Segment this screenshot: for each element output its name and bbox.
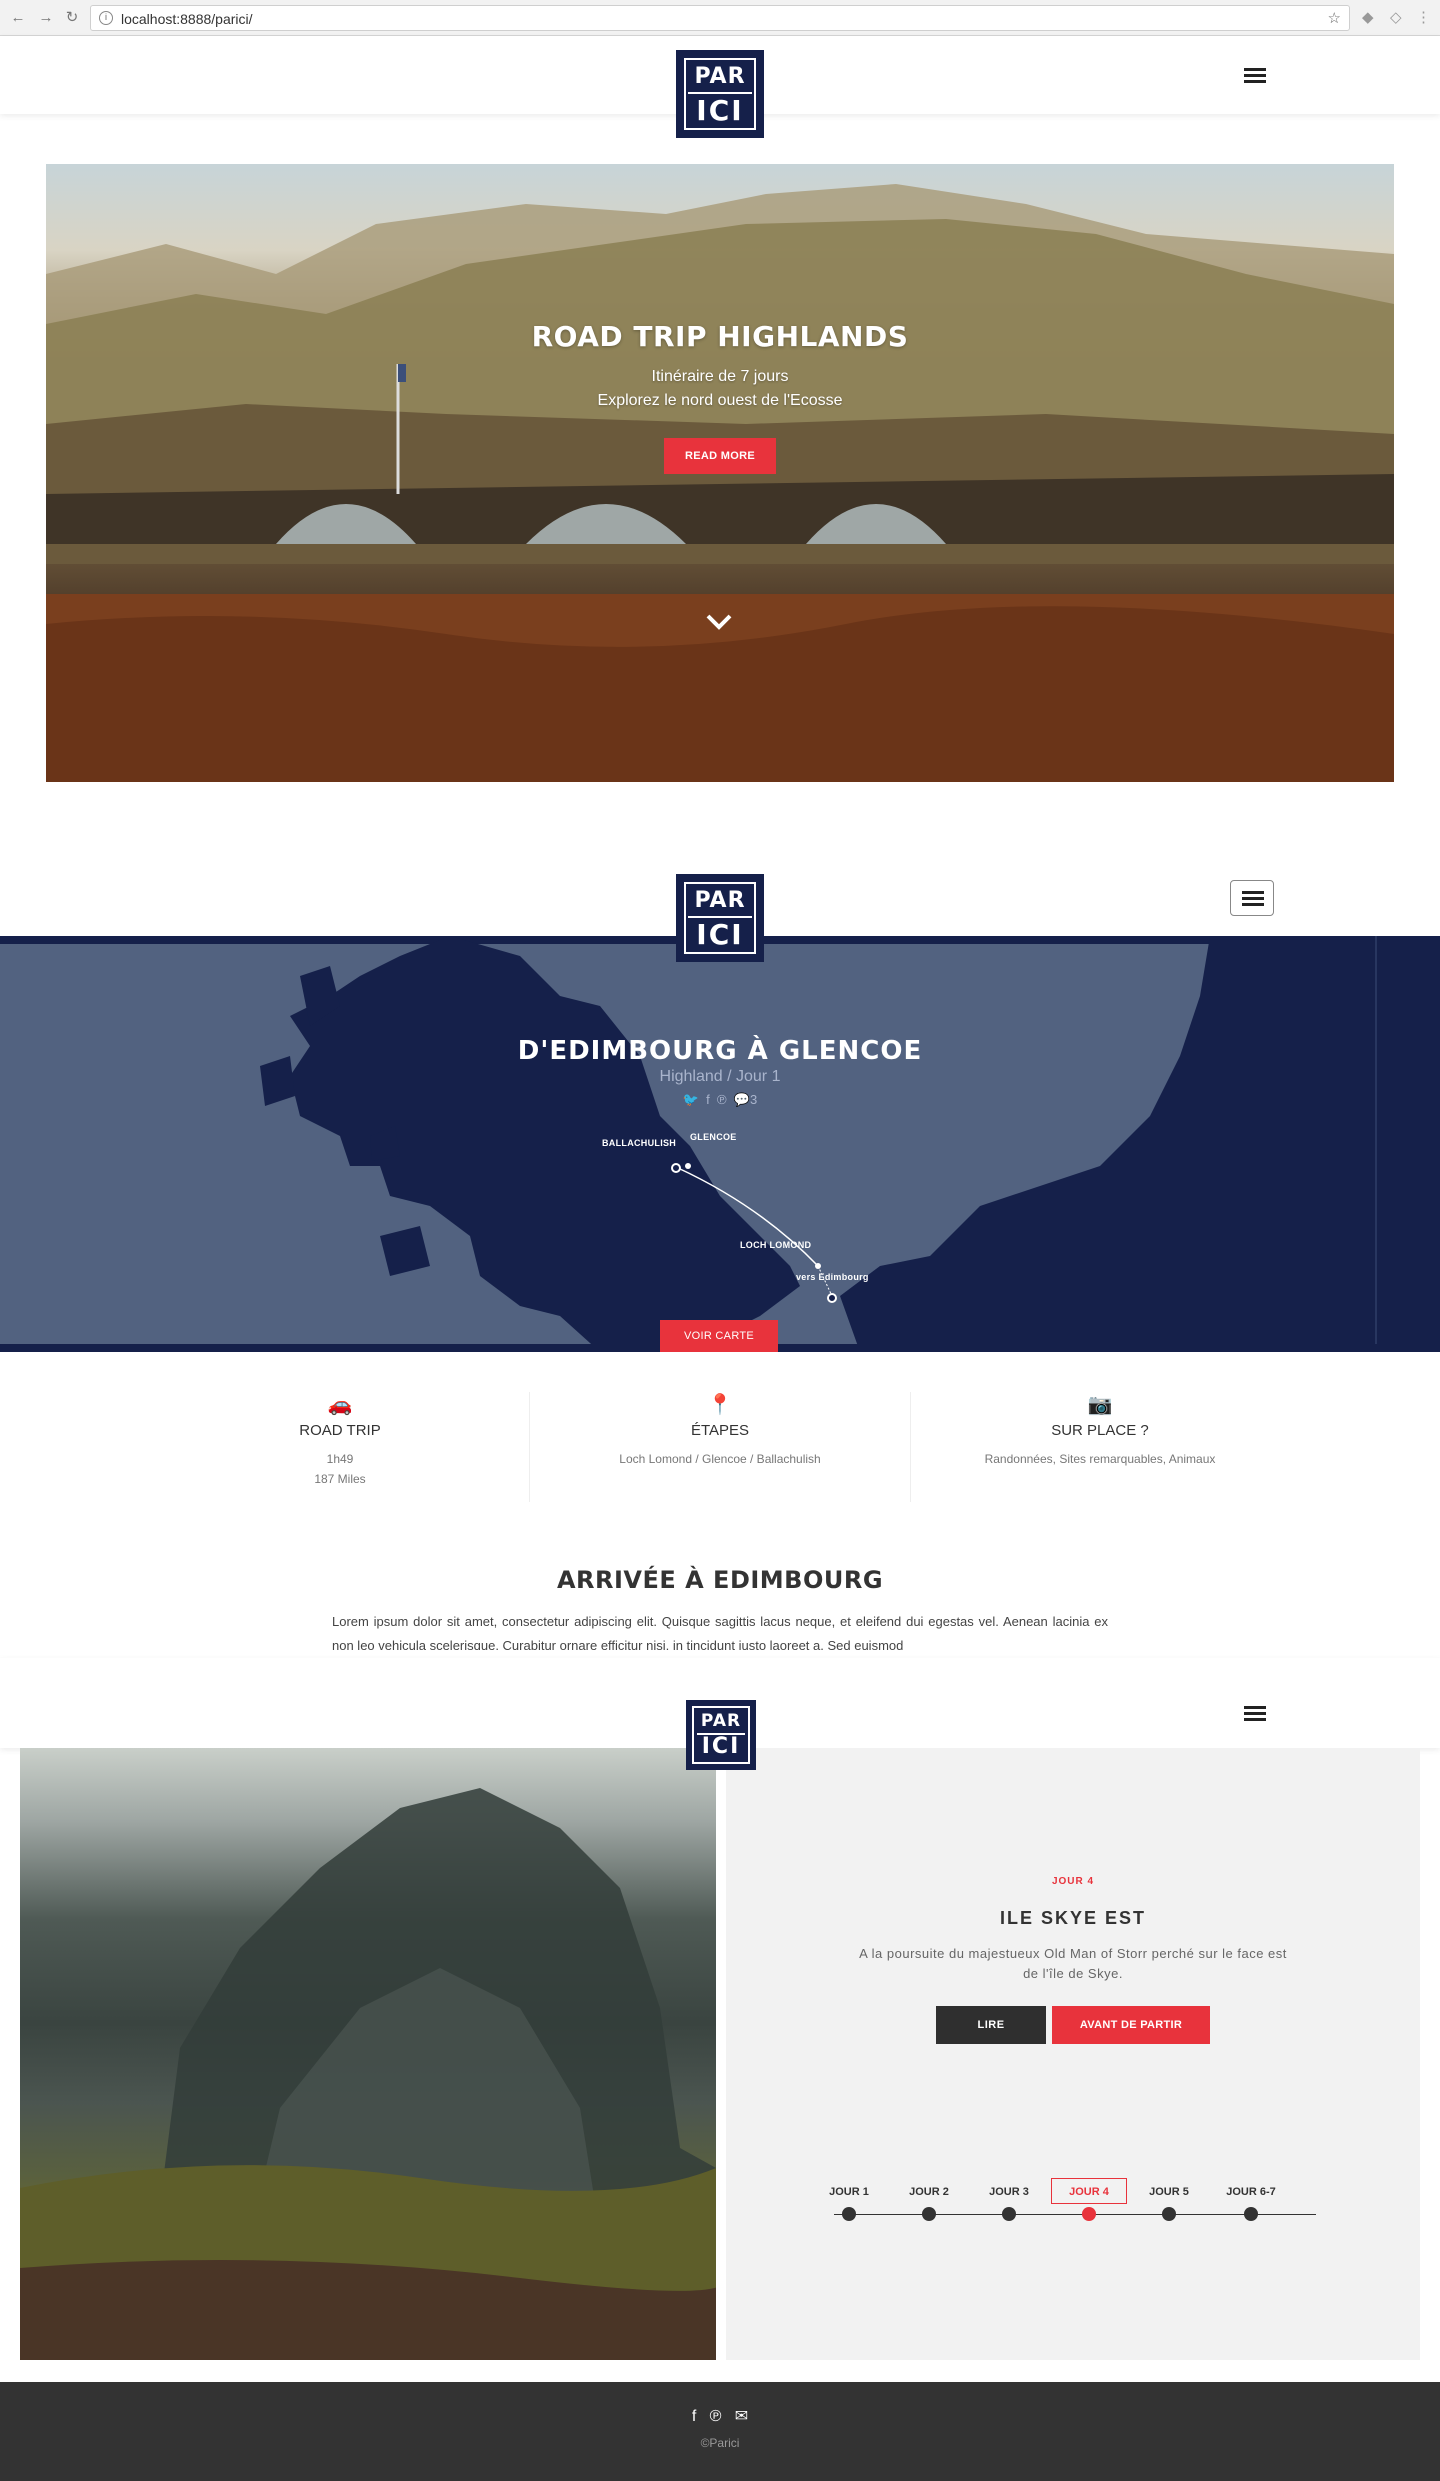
timeline-item-5[interactable]: JOUR 5 [1134,2186,1204,2198]
info-on-site: 📷 SUR PLACE ? Randonnées, Sites remarqua… [920,1392,1280,1469]
day-section-header: PAR ICI [0,1658,1440,1770]
pinterest-icon[interactable]: ℗ [717,1092,727,1107]
chevron-down-icon[interactable] [704,612,734,632]
day-description: A la poursuite du majestueux Old Man of … [859,1946,1287,1981]
map-label-glencoe: GLENCOE [690,1132,737,1142]
browser-toolbar: ← → ↻ i localhost:8888/parici/ ☆ ◆ ◇ ⋮ [0,0,1440,36]
star-icon[interactable]: ☆ [1328,9,1341,27]
timeline-item-4[interactable]: JOUR 4 [1051,2178,1127,2204]
logo-text-bottom: ICI [696,94,744,127]
timeline-dot-4[interactable] [1082,2207,1096,2221]
info-text: 1h49 187 Miles [314,1452,366,1486]
day-label: JOUR 4 [1051,1876,1095,1887]
logo-text-top: PAR [694,64,746,89]
logo-text-top: PAR [694,888,746,913]
info-text: Loch Lomond / Glencoe / Ballachulish [619,1452,821,1466]
extension-icon[interactable]: ◆ [1362,8,1374,26]
facebook-icon[interactable]: f [692,2408,696,2425]
site-footer: f ℗ ✉ ©Parici [0,2382,1440,2481]
timeline-item-2[interactable]: JOUR 2 [894,2186,964,2198]
camera-icon: 📷 [1087,1394,1113,1416]
back-icon[interactable]: ← [8,8,28,28]
timeline-dot-2[interactable] [922,2207,936,2221]
map-pin-icon: 📍 [707,1394,733,1416]
map-section-header: PAR ICI [0,860,1440,962]
timeline-dot-3[interactable] [1002,2207,1016,2221]
extension-icon-2[interactable]: ◇ [1390,8,1402,26]
timeline-item-1[interactable]: JOUR 1 [814,2186,884,2198]
menu-icon[interactable]: ⋮ [1416,8,1431,26]
forward-icon[interactable]: → [36,8,56,28]
info-title: ÉTAPES [690,1422,750,1439]
reload-icon[interactable]: ↻ [62,8,82,28]
read-more-button[interactable]: READ MORE [664,438,776,474]
map-label-loch-lomond: LOCH LOMOND [740,1240,812,1250]
pinterest-icon[interactable]: ℗ [710,2408,722,2425]
site-logo[interactable]: PAR ICI [676,50,764,138]
timeline-dot-5[interactable] [1162,2207,1176,2221]
arrival-text: Lorem ipsum dolor sit amet, consectetur … [332,1614,1108,1650]
day-title: ILE SKYE EST [999,1908,1147,1928]
hero-subtitle-1: Itinéraire de 7 jours [651,368,789,385]
car-icon: 🚗 [327,1394,353,1416]
hero-banner: ROAD TRIP HIGHLANDS Itinéraire de 7 jour… [46,164,1394,782]
logo-text-top: PAR [700,1711,742,1731]
hero-subtitle-2: Explorez le nord ouest de l'Ecosse [597,392,843,409]
logo-text-bottom: ICI [696,918,744,951]
menu-toggle-button[interactable] [1230,880,1274,916]
map-label-edimbourg: vers Edimbourg [796,1272,869,1282]
info-text: Randonnées, Sites remarquables, Animaux [984,1452,1216,1466]
mail-icon[interactable]: ✉ [735,2408,748,2425]
day-detail-panel: JOUR 4 ILE SKYE EST A la poursuite du ma… [726,1748,1420,2360]
view-map-button[interactable]: VOIR CARTE [660,1320,778,1352]
timeline-dot-1[interactable] [842,2207,856,2221]
address-bar[interactable]: i localhost:8888/parici/ ☆ [90,5,1350,31]
menu-hamburger-icon[interactable] [1244,68,1268,86]
trip-info-row: 🚗 ROAD TRIP 1h49 187 Miles 📍 ÉTAPES Loch… [0,1352,1440,1542]
menu-hamburger-icon[interactable] [1244,1706,1268,1724]
footer-social-icons: f ℗ ✉ [0,2406,1440,2426]
route-map: D'EDIMBOURG À GLENCOE Highland / Jour 1 … [0,936,1440,1352]
info-icon[interactable]: i [99,11,113,25]
site-logo-3[interactable]: PAR ICI [686,1700,756,1770]
before-leaving-button[interactable]: AVANT DE PARTIR [1052,2006,1210,2044]
comment-count: 3 [750,1092,758,1107]
facebook-icon[interactable]: f [706,1092,710,1107]
map-label-ballachulish: BALLACHULISH [602,1138,677,1148]
timeline-item-3[interactable]: JOUR 3 [974,2186,1044,2198]
arrival-title: ARRIVÉE À EDIMBOURG [556,1566,884,1594]
scotland-map-image [260,936,1440,1352]
timeline-item-6[interactable]: JOUR 6-7 [1216,2186,1286,2198]
comment-icon[interactable]: 💬 [734,1092,750,1107]
hero-title: ROAD TRIP HIGHLANDS [531,320,909,353]
read-button[interactable]: LIRE [936,2006,1046,2044]
site-header: PAR ICI [0,36,1440,138]
map-share-row: 🐦 f ℗ 💬3 [0,1092,1440,1108]
map-subtitle: Highland / Jour 1 [659,1068,781,1085]
logo-text-bottom: ICI [701,1734,741,1759]
info-title: SUR PLACE ? [1051,1422,1149,1439]
map-title: D'EDIMBOURG À GLENCOE [517,1036,923,1066]
info-stages: 📍 ÉTAPES Loch Lomond / Glencoe / Ballach… [540,1392,900,1469]
twitter-icon[interactable]: 🐦 [683,1092,699,1107]
info-title: ROAD TRIP [299,1422,381,1439]
timeline-dot-6[interactable] [1244,2207,1258,2221]
footer-copyright: ©Parici [700,2436,740,2450]
url-text[interactable]: localhost:8888/parici/ [121,11,253,27]
old-man-of-storr-photo [20,1748,716,2360]
info-road-trip: 🚗 ROAD TRIP 1h49 187 Miles [200,1392,480,1489]
site-logo-2[interactable]: PAR ICI [676,874,764,962]
